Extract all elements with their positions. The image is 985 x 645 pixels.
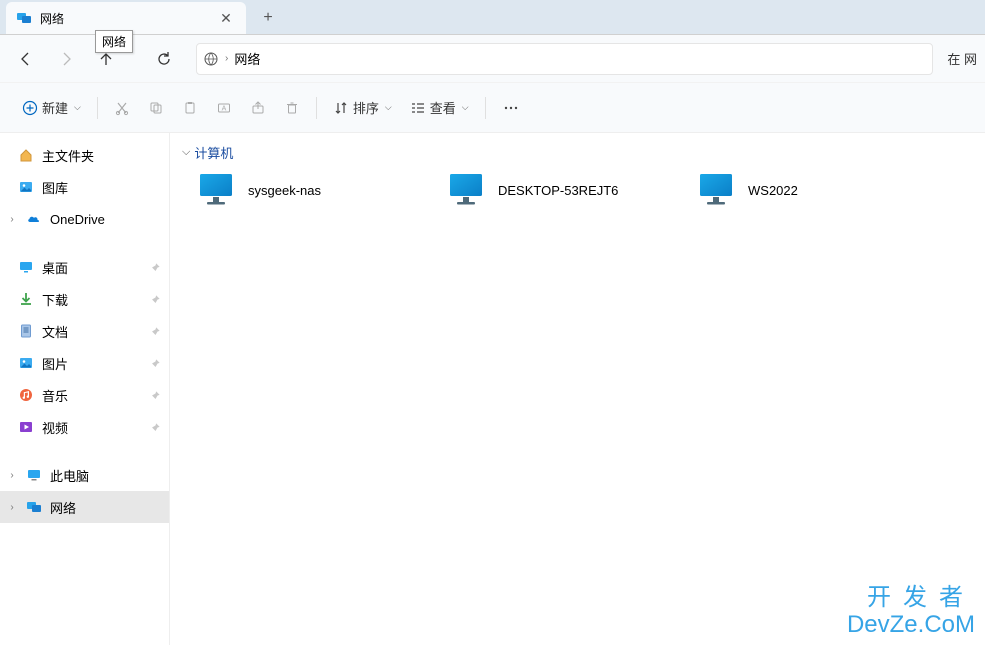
main-content: ⌵ 计算机 sysgeek-nas DESKTOP-53REJT6 WS2022 (170, 133, 985, 645)
sidebar-item-gallery[interactable]: 图库 (0, 171, 169, 203)
pictures-icon (18, 355, 34, 371)
view-label: 查看 (430, 98, 456, 117)
thispc-icon (26, 467, 42, 483)
sidebar-item-label: 音乐 (42, 386, 68, 405)
monitor-icon (446, 170, 486, 210)
sidebar-item-onedrive[interactable]: › OneDrive (0, 203, 169, 235)
sidebar-item-desktop[interactable]: 桌面 (0, 251, 169, 283)
sidebar-item-label: 下载 (42, 290, 68, 309)
monitor-icon (696, 170, 736, 210)
chevron-right-icon: › (6, 214, 18, 225)
address-text: 网络 (234, 49, 260, 68)
computer-item[interactable]: DESKTOP-53REJT6 (440, 165, 690, 215)
network-icon (16, 10, 32, 26)
new-label: 新建 (42, 98, 68, 117)
computer-item[interactable]: WS2022 (690, 165, 940, 215)
computer-label: WS2022 (748, 183, 798, 198)
sidebar-item-label: 此电脑 (50, 466, 89, 485)
gallery-icon (18, 179, 34, 195)
sidebar-item-network[interactable]: › 网络 (0, 491, 169, 523)
watermark-line1: 开发者 (847, 584, 975, 612)
back-button[interactable] (8, 41, 44, 77)
copy-button[interactable] (140, 91, 172, 125)
group-header-computers[interactable]: ⌵ 计算机 (174, 139, 985, 165)
toolbar: 新建 ⌵ A 排序 ⌵ 查看 ⌵ (0, 83, 985, 133)
sidebar-item-label: OneDrive (50, 212, 105, 227)
sidebar-item-label: 图片 (42, 354, 68, 373)
monitor-icon (196, 170, 236, 210)
close-icon[interactable]: ✕ (216, 8, 236, 28)
separator (485, 97, 486, 119)
nav-bar: › 网络 在 网 (0, 35, 985, 83)
cut-button[interactable] (106, 91, 138, 125)
sidebar: 主文件夹图库 › OneDrive 桌面下载文档图片音乐视频 › 此电脑 › 网络 (0, 133, 170, 645)
network-icon (26, 499, 42, 515)
delete-button[interactable] (276, 91, 308, 125)
tab-title: 网络 (40, 10, 216, 27)
network-icon (203, 51, 219, 67)
chevron-down-icon: ⌵ (182, 146, 190, 159)
sidebar-item-home[interactable]: 主文件夹 (0, 139, 169, 171)
sidebar-item-thispc[interactable]: › 此电脑 (0, 459, 169, 491)
desktop-icon (18, 259, 34, 275)
pin-icon (150, 358, 161, 369)
pin-icon (150, 262, 161, 273)
share-button[interactable] (242, 91, 274, 125)
content-area: 主文件夹图库 › OneDrive 桌面下载文档图片音乐视频 › 此电脑 › 网络 ⌵ 计… (0, 133, 985, 645)
downloads-icon (18, 291, 34, 307)
view-button[interactable]: 查看 ⌵ (402, 91, 477, 125)
home-icon (18, 147, 34, 163)
chevron-down-icon: ⌵ (385, 102, 392, 113)
pin-icon (150, 422, 161, 433)
separator (97, 97, 98, 119)
sidebar-item-label: 文档 (42, 322, 68, 341)
chevron-right-icon: › (6, 502, 18, 513)
documents-icon (18, 323, 34, 339)
forward-button[interactable] (48, 41, 84, 77)
new-tab-button[interactable]: + (252, 2, 284, 34)
watermark-line2: DevZe.CoM (847, 611, 975, 639)
tabs-bar: 网络 ✕ + (0, 0, 985, 35)
sidebar-item-label: 视频 (42, 418, 68, 437)
videos-icon (18, 419, 34, 435)
pin-icon (150, 326, 161, 337)
sidebar-item-pictures[interactable]: 图片 (0, 347, 169, 379)
more-button[interactable] (494, 91, 528, 125)
pin-icon (150, 390, 161, 401)
paste-button[interactable] (174, 91, 206, 125)
sidebar-item-music[interactable]: 音乐 (0, 379, 169, 411)
computer-item[interactable]: sysgeek-nas (190, 165, 440, 215)
rename-button[interactable]: A (208, 91, 240, 125)
svg-text:A: A (222, 105, 227, 112)
new-button[interactable]: 新建 ⌵ (14, 91, 89, 125)
sidebar-item-label: 图库 (42, 178, 68, 197)
refresh-button[interactable] (146, 41, 182, 77)
tab-tooltip: 网络 (95, 30, 133, 53)
music-icon (18, 387, 34, 403)
computer-label: DESKTOP-53REJT6 (498, 183, 618, 198)
chevron-right-icon: › (6, 470, 18, 481)
onedrive-icon (26, 211, 42, 227)
pin-icon (150, 294, 161, 305)
sidebar-item-label: 网络 (50, 498, 76, 517)
sidebar-item-label: 桌面 (42, 258, 68, 277)
watermark: 开发者 DevZe.CoM (847, 584, 975, 639)
sidebar-item-label: 主文件夹 (42, 146, 94, 165)
computer-label: sysgeek-nas (248, 183, 321, 198)
sidebar-item-documents[interactable]: 文档 (0, 315, 169, 347)
chevron-down-icon: ⌵ (462, 102, 469, 113)
sidebar-item-videos[interactable]: 视频 (0, 411, 169, 443)
sidebar-item-downloads[interactable]: 下载 (0, 283, 169, 315)
sort-button[interactable]: 排序 ⌵ (325, 91, 400, 125)
sort-label: 排序 (353, 98, 379, 117)
address-bar[interactable]: › 网络 (196, 43, 933, 75)
search-hint[interactable]: 在 网 (947, 49, 977, 68)
chevron-down-icon: ⌵ (74, 102, 81, 113)
separator (316, 97, 317, 119)
chevron-right-icon: › (225, 53, 228, 64)
group-title: 计算机 (194, 143, 233, 162)
